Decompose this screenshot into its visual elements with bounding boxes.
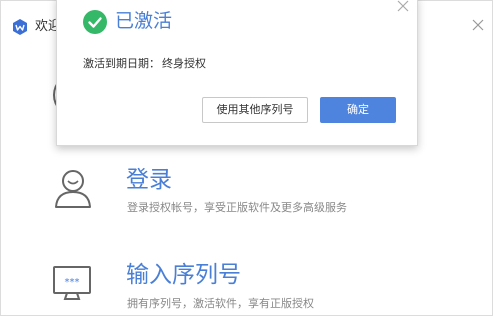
activation-status-title: 已激活 [115,10,173,32]
expiry-label: 激活到期日期： [83,57,160,70]
use-other-serial-button[interactable]: 使用其他序列号 [202,97,308,123]
dialog-close-icon[interactable] [397,0,409,12]
expiry-value: 终身授权 [162,57,206,70]
serial-description: 拥有序列号，激活软件，享有正版授权 [127,297,314,310]
svg-text:***: *** [65,277,80,288]
wps-logo-icon [13,19,27,35]
login-description: 登录授权帐号，享受正版软件及更多高级服务 [127,201,347,214]
serial-title[interactable]: 输入序列号 [126,261,241,289]
close-icon[interactable] [471,18,485,32]
activation-dialog: 已激活 激活到期日期： 终身授权 使用其他序列号 确定 [56,0,418,146]
ok-button[interactable]: 确定 [320,97,396,123]
user-icon [55,170,91,208]
expiry-line: 激活到期日期： 终身授权 [83,57,206,71]
login-title[interactable]: 登录 [126,166,172,194]
check-circle-icon [83,10,107,34]
serial-monitor-icon: *** [53,266,91,300]
